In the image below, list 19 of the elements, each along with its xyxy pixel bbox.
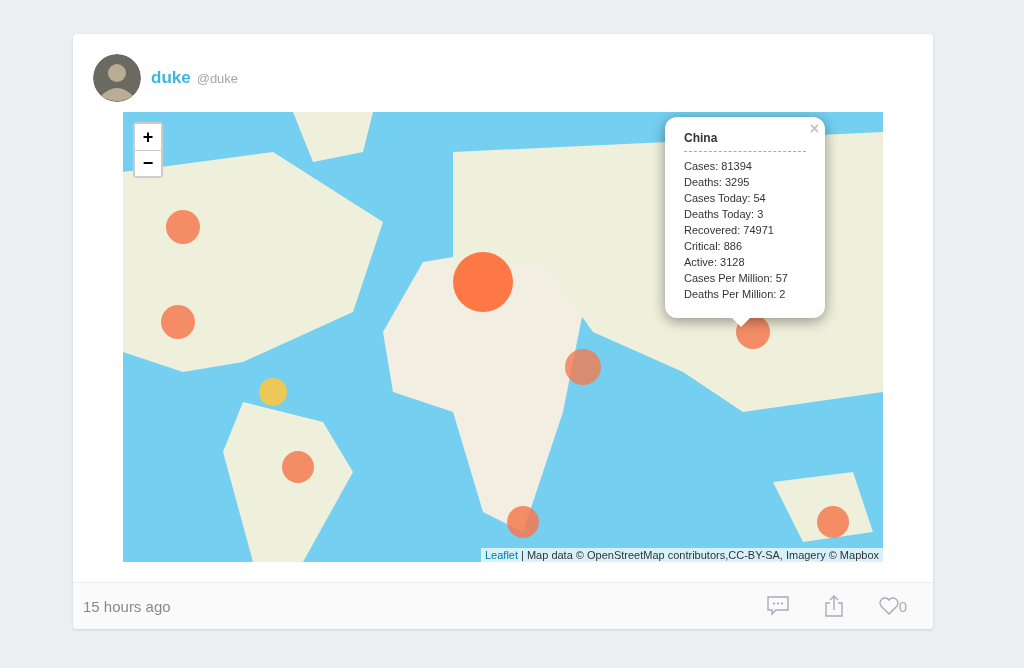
stat-line: Cases Per Million: 57 xyxy=(684,271,789,286)
post-time: 15 hours ago xyxy=(83,597,171,615)
comment-icon[interactable] xyxy=(766,596,789,616)
stat-line: Critical: 886 xyxy=(684,239,744,254)
share-icon[interactable] xyxy=(824,595,843,617)
attribution-text: | Map data © OpenStreetMap contributors,CC-BY-SA, Imagery © Mapbox xyxy=(521,549,879,561)
popup-title: China xyxy=(684,131,806,152)
author-link[interactable]: duke xyxy=(151,68,191,88)
stat-line: Deaths: 3295 xyxy=(684,175,751,190)
stat-line: Recovered: 74971 xyxy=(684,223,775,238)
zoom-out-button[interactable]: − xyxy=(135,150,161,176)
avatar-icon xyxy=(93,54,141,102)
stat-line: Active: 3128 xyxy=(684,255,746,270)
stat-line: Deaths Per Million: 2 xyxy=(684,287,787,302)
stat-line: Cases Today: 54 xyxy=(684,191,767,206)
stat-line: Deaths Today: 3 xyxy=(684,207,765,222)
leaflet-link[interactable]: Leaflet xyxy=(485,549,518,561)
author-handle: @duke xyxy=(196,70,239,86)
stat-line: Cases: 81394 xyxy=(684,159,753,174)
